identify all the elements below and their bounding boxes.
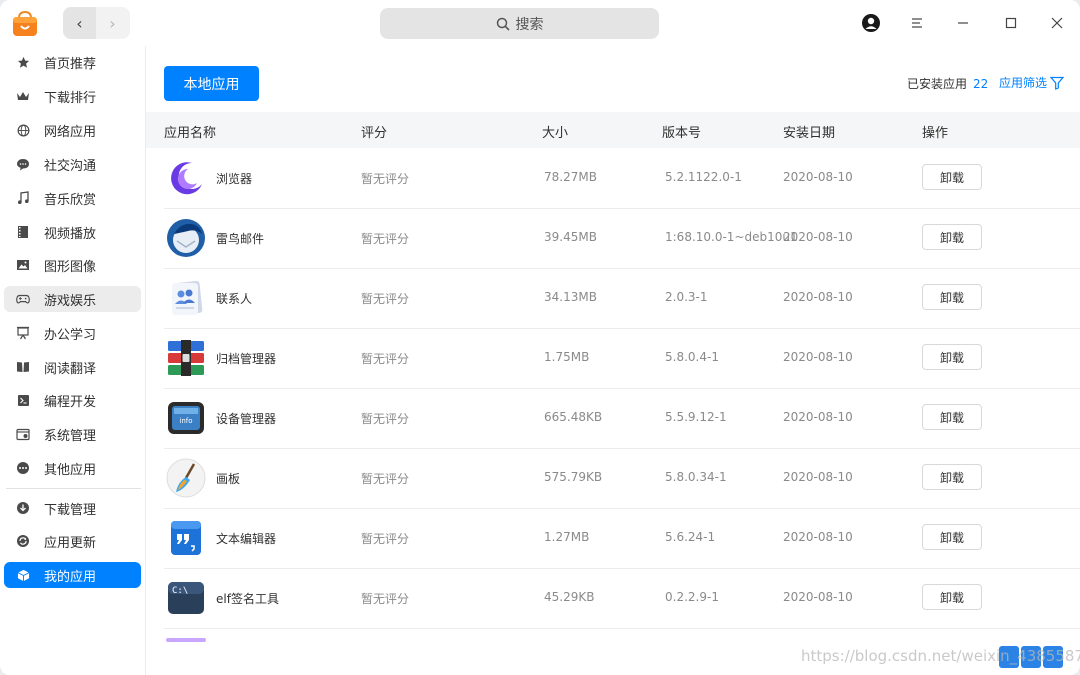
sidebar: 首页推荐 下载排行 网络应用 社交沟通 音乐欣赏 视频播放 图形图像 游戏娱乐 …: [0, 46, 146, 675]
uninstall-button[interactable]: 卸载: [922, 344, 982, 370]
svg-text:info: info: [179, 417, 192, 425]
music-note-icon: [16, 191, 30, 205]
uninstall-button[interactable]: 卸载: [922, 584, 982, 610]
package-icon: [16, 568, 30, 582]
sidebar-item-downloads[interactable]: 下载管理: [4, 495, 141, 521]
column-header-size[interactable]: 大小: [542, 122, 568, 141]
table-row[interactable]: 画板 暂无评分 575.79KB 5.8.0.34-1 2020-08-10 卸…: [164, 448, 1080, 509]
search-box[interactable]: 搜索: [380, 8, 659, 39]
user-avatar-icon: [862, 14, 880, 32]
uninstall-button[interactable]: 卸载: [922, 224, 982, 250]
sidebar-item-graphics[interactable]: 图形图像: [4, 252, 141, 278]
browser-icon: [167, 159, 205, 197]
globe-icon: [16, 123, 30, 137]
main-content: 本地应用 已安装应用 22 应用筛选 应用名称 评分 大小 版本号 安装日期 操作: [146, 46, 1080, 675]
close-button[interactable]: [1047, 13, 1067, 33]
watermark: https://blog.csdn.net/weixin_43855876: [801, 647, 1080, 665]
app-filter-button[interactable]: 应用筛选: [999, 74, 1065, 91]
chevron-left-icon: ‹: [76, 13, 83, 33]
search-icon: [496, 17, 510, 31]
table-row[interactable]: 浏览器 暂无评分 78.27MB 5.2.1122.0-1 2020-08-10…: [164, 148, 1080, 209]
table-row[interactable]: 文本编辑器 暂无评分 1.27MB 5.6.24-1 2020-08-10 卸载: [164, 508, 1080, 569]
sidebar-item-video[interactable]: 视频播放: [4, 219, 141, 245]
sidebar-item-games[interactable]: 游戏娱乐: [4, 286, 141, 312]
table-row[interactable]: info 设备管理器 暂无评分 665.48KB 5.5.9.12-1 2020…: [164, 388, 1080, 449]
sidebar-item-social[interactable]: 社交沟通: [4, 151, 141, 177]
uninstall-button[interactable]: 卸载: [922, 164, 982, 190]
table-row[interactable]: C:\ elf签名工具 暂无评分 45.29KB 0.2.2.9-1 2020-…: [164, 568, 1080, 629]
chat-icon: [16, 157, 30, 171]
star-icon: [16, 55, 30, 69]
column-header-date[interactable]: 安装日期: [783, 122, 835, 141]
book-icon: [16, 360, 30, 374]
search-label: 搜索: [515, 16, 544, 33]
navigation-buttons: ‹ ›: [63, 7, 130, 39]
menu-button[interactable]: [907, 13, 927, 33]
sidebar-item-updates[interactable]: 应用更新: [4, 528, 141, 554]
installed-label: 已安装应用: [907, 77, 968, 91]
column-header-action: 操作: [922, 126, 949, 141]
crown-icon: [16, 89, 30, 103]
table-row[interactable]: 归档管理器 暂无评分 1.75MB 5.8.0.4-1 2020-08-10 卸…: [164, 328, 1080, 389]
sidebar-item-reading[interactable]: 阅读翻译: [4, 354, 141, 380]
maximize-icon: [1005, 17, 1017, 29]
column-header-rating[interactable]: 评分: [361, 122, 387, 141]
sidebar-item-ranking[interactable]: 下载排行: [4, 83, 141, 109]
terminal-app-icon: C:\: [168, 582, 204, 614]
table-row[interactable]: 雷鸟邮件 暂无评分 39.45MB 1:68.10.0-1~deb10u1 20…: [164, 208, 1080, 269]
more-icon: [16, 461, 30, 475]
app-store-logo-icon[interactable]: [11, 9, 39, 37]
minimize-icon: [958, 22, 968, 24]
image-icon: [16, 258, 30, 272]
svg-text:C:\: C:\: [172, 586, 188, 596]
contacts-icon: [172, 281, 203, 315]
column-header-version[interactable]: 版本号: [662, 122, 701, 141]
sidebar-item-home[interactable]: 首页推荐: [4, 49, 141, 75]
terminal-icon: [16, 393, 30, 407]
menu-icon: [912, 18, 922, 28]
filter-icon: [1050, 76, 1065, 90]
close-icon: [1051, 17, 1063, 29]
sidebar-item-development[interactable]: 编程开发: [4, 387, 141, 413]
installed-count: 22: [973, 77, 989, 91]
minimize-button[interactable]: [953, 13, 973, 33]
back-button[interactable]: ‹: [63, 7, 96, 39]
sidebar-item-my-apps[interactable]: 我的应用: [4, 562, 141, 588]
paint-brush-icon: [166, 458, 206, 498]
gamepad-icon: [16, 292, 30, 306]
system-icon: [16, 427, 30, 441]
uninstall-button[interactable]: 卸载: [922, 284, 982, 310]
device-manager-icon: info: [168, 402, 204, 434]
film-icon: [16, 225, 30, 239]
sidebar-item-network[interactable]: 网络应用: [4, 117, 141, 143]
table-header: 应用名称 评分 大小 版本号 安装日期 操作: [146, 112, 1080, 148]
sidebar-item-system[interactable]: 系统管理: [4, 421, 141, 447]
text-editor-icon: [171, 521, 201, 555]
local-apps-button[interactable]: 本地应用: [164, 66, 259, 101]
uninstall-button[interactable]: 卸载: [922, 464, 982, 490]
refresh-icon: [16, 534, 30, 548]
account-button[interactable]: [861, 13, 881, 33]
titlebar: ‹ › 搜索: [0, 0, 1080, 46]
sidebar-item-music[interactable]: 音乐欣赏: [4, 185, 141, 211]
download-icon: [16, 501, 30, 515]
next-row-icon-partial: [166, 638, 206, 642]
sidebar-item-others[interactable]: 其他应用: [4, 455, 141, 481]
sidebar-item-office[interactable]: 办公学习: [4, 320, 141, 346]
forward-button[interactable]: ›: [96, 7, 129, 39]
uninstall-button[interactable]: 卸载: [922, 404, 982, 430]
installed-apps-count: 已安装应用 22: [907, 75, 988, 92]
app-store-window: ‹ › 搜索 首页推荐 下载排行 网络应用 社交沟通 音乐欣赏 视频播放 图形图…: [0, 0, 1080, 675]
chevron-right-icon: ›: [109, 13, 116, 33]
thunderbird-icon: [167, 219, 205, 257]
maximize-button[interactable]: [1001, 13, 1021, 33]
column-header-name[interactable]: 应用名称: [164, 122, 216, 141]
presentation-icon: [16, 326, 30, 340]
uninstall-button[interactable]: 卸载: [922, 524, 982, 550]
archive-icon: [168, 340, 204, 376]
sidebar-divider: [6, 488, 141, 489]
filter-label: 应用筛选: [999, 76, 1048, 90]
table-row[interactable]: 联系人 暂无评分 34.13MB 2.0.3-1 2020-08-10 卸载: [164, 268, 1080, 329]
